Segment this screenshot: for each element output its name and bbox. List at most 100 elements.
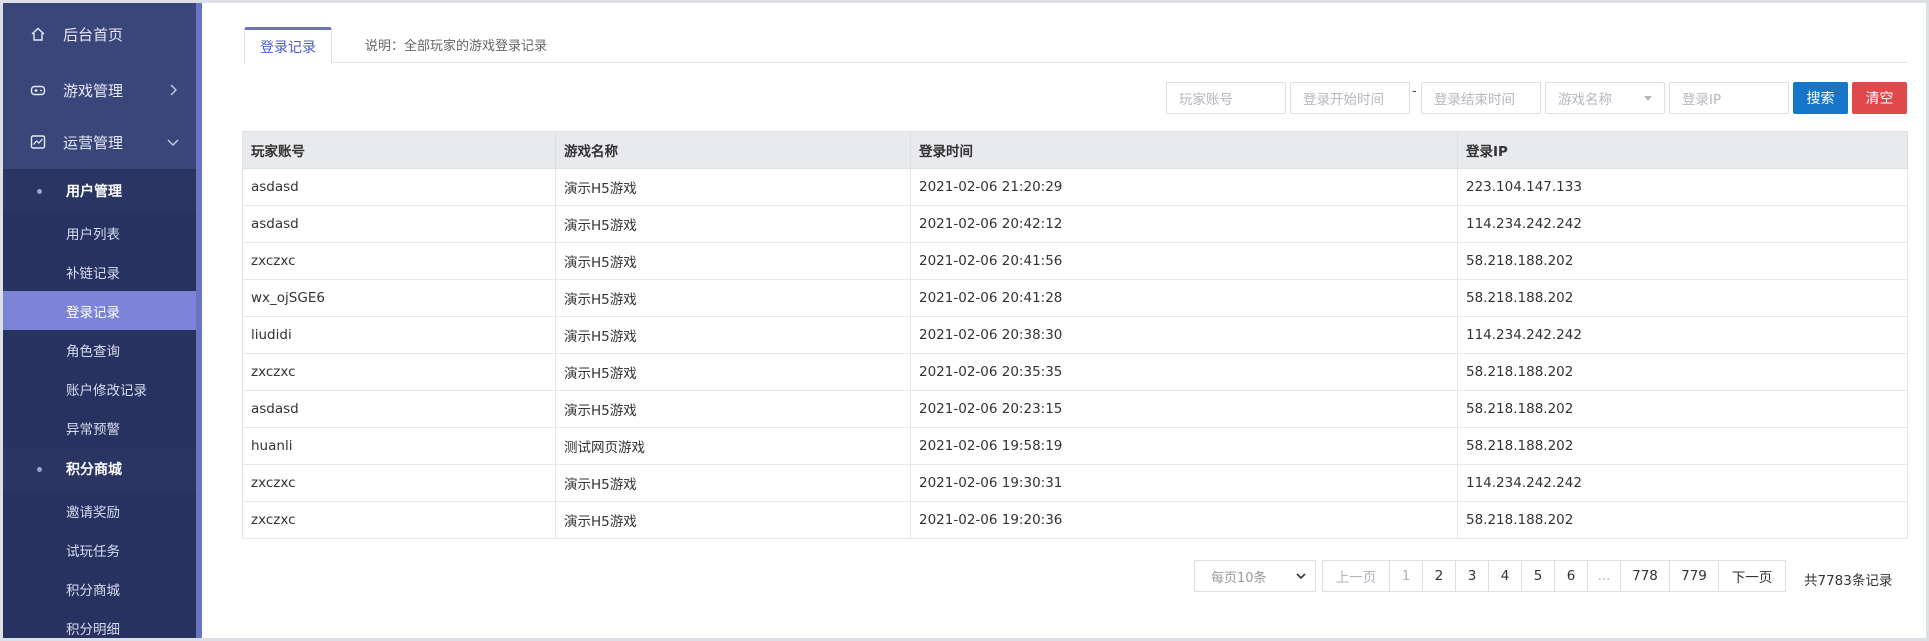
cell-login-ip: 114.234.242.242: [1457, 316, 1908, 354]
page-button-2[interactable]: 2: [1422, 560, 1456, 592]
sidebar-item-label: 邀请奖励: [66, 504, 120, 521]
sidebar-item-label: 游戏管理: [63, 81, 124, 100]
start-time-placeholder: 登录开始时间: [1303, 92, 1384, 108]
caret-down-icon: [1644, 96, 1652, 101]
prev-page-button[interactable]: 上一页: [1322, 560, 1390, 592]
page-button-1[interactable]: 1: [1389, 560, 1423, 592]
cell-login-time: 2021-02-06 20:41:28: [910, 279, 1458, 317]
table-row: zxczxc 演示H5游戏 2021-02-06 19:20:36 58.218…: [242, 501, 1908, 539]
sidebar-item-operations[interactable]: 运营管理: [3, 115, 199, 169]
next-page-label: 下一页: [1731, 570, 1773, 586]
account-placeholder: 玩家账号: [1179, 92, 1233, 108]
sidebar-item-points-details[interactable]: 积分明细: [3, 608, 199, 638]
page-number: 2: [1434, 568, 1444, 584]
chevron-down-icon: [1295, 570, 1307, 582]
account-input[interactable]: 玩家账号: [1166, 82, 1286, 114]
table-row: asdasd 演示H5游戏 2021-02-06 20:42:12 114.23…: [242, 205, 1908, 243]
page-button-778[interactable]: 778: [1620, 560, 1670, 592]
page-button-6[interactable]: 6: [1554, 560, 1588, 592]
column-header-login-ip: 登录IP: [1457, 131, 1908, 169]
cell-login-ip: 223.104.147.133: [1457, 168, 1908, 206]
cell-login-time: 2021-02-06 20:35:35: [910, 353, 1458, 391]
sidebar-item-label: 补链记录: [66, 265, 120, 282]
sidebar-item-user-list[interactable]: 用户列表: [3, 213, 199, 252]
game-name-select[interactable]: 游戏名称: [1545, 82, 1665, 114]
table-row: zxczxc 演示H5游戏 2021-02-06 20:35:35 58.218…: [242, 353, 1908, 391]
page-size-label: 每页10条: [1211, 570, 1267, 586]
page-button-3[interactable]: 3: [1455, 560, 1489, 592]
page-size-select[interactable]: 每页10条: [1194, 560, 1316, 592]
page-number: 5: [1533, 568, 1543, 584]
ip-input[interactable]: 登录IP: [1669, 82, 1789, 114]
sidebar-item-invite-rewards[interactable]: 邀请奖励: [3, 491, 199, 530]
tab-bar: 登录记录 说明：全部玩家的游戏登录记录: [244, 23, 1908, 64]
sidebar-item-label: 登录记录: [66, 304, 120, 321]
table-row: liudidi 演示H5游戏 2021-02-06 20:38:30 114.2…: [242, 316, 1908, 354]
page-number: 4: [1500, 568, 1510, 584]
search-button[interactable]: 搜索: [1793, 82, 1848, 114]
sidebar-item-label: 账户修改记录: [66, 382, 147, 399]
cell-login-time: 2021-02-06 19:20:36: [910, 501, 1458, 539]
cell-login-ip: 114.234.242.242: [1457, 464, 1908, 502]
cell-account: wx_ojSGE6: [242, 279, 556, 317]
page-button-779[interactable]: 779: [1669, 560, 1719, 592]
clear-button[interactable]: 清空: [1852, 82, 1907, 114]
sidebar-item-home[interactable]: 后台首页: [3, 3, 199, 65]
cell-account: huanli: [242, 427, 556, 465]
page-number: 6: [1566, 568, 1576, 584]
bullet-icon: [37, 466, 42, 472]
ip-placeholder: 登录IP: [1682, 92, 1722, 108]
cell-login-ip: 58.218.188.202: [1457, 501, 1908, 539]
login-records-table: 玩家账号 游戏名称 登录时间 登录IP asdasd 演示H5游戏 2021-0…: [242, 131, 1908, 539]
sidebar-item-label: 角色查询: [66, 343, 120, 360]
cell-login-ip: 58.218.188.202: [1457, 242, 1908, 280]
page-ellipsis-label: ...: [1597, 568, 1611, 584]
sidebar-item-label: 积分商城: [66, 582, 120, 599]
cell-account: zxczxc: [242, 464, 556, 502]
sidebar: 后台首页 游戏管理 运营管理 用户管理 用户列表 补链记录 登录记录 角色查询 …: [3, 3, 199, 638]
tab-login-records[interactable]: 登录记录: [244, 27, 332, 64]
sidebar-item-label: 后台首页: [63, 25, 124, 44]
cell-game-name: 演示H5游戏: [555, 353, 911, 391]
page-button-4[interactable]: 4: [1488, 560, 1522, 592]
sidebar-item-role-query[interactable]: 角色查询: [3, 330, 199, 369]
sidebar-item-anomaly-alerts[interactable]: 异常预警: [3, 408, 199, 447]
game-name-placeholder: 游戏名称: [1558, 92, 1612, 108]
sidebar-item-login-records[interactable]: 登录记录: [3, 291, 199, 330]
cell-login-ip: 114.234.242.242: [1457, 205, 1908, 243]
column-header-login-time: 登录时间: [910, 131, 1458, 169]
cell-login-time: 2021-02-06 19:58:19: [910, 427, 1458, 465]
page-button-5[interactable]: 5: [1521, 560, 1555, 592]
sidebar-item-account-change-records[interactable]: 账户修改记录: [3, 369, 199, 408]
cell-login-time: 2021-02-06 20:42:12: [910, 205, 1458, 243]
next-page-button[interactable]: 下一页: [1718, 560, 1786, 592]
table-row: huanli 测试网页游戏 2021-02-06 19:58:19 58.218…: [242, 427, 1908, 465]
sidebar-item-trial-tasks[interactable]: 试玩任务: [3, 530, 199, 569]
cell-game-name: 测试网页游戏: [555, 427, 911, 465]
cell-game-name: 演示H5游戏: [555, 205, 911, 243]
sidebar-group-points-mall[interactable]: 积分商城: [3, 447, 199, 491]
sidebar-item-label: 试玩任务: [66, 543, 120, 560]
table-row: zxczxc 演示H5游戏 2021-02-06 19:30:31 114.23…: [242, 464, 1908, 502]
sidebar-item-points-mall[interactable]: 积分商城: [3, 569, 199, 608]
start-time-input[interactable]: 登录开始时间: [1290, 82, 1410, 114]
cell-login-ip: 58.218.188.202: [1457, 353, 1908, 391]
sidebar-item-label: 用户列表: [66, 226, 120, 243]
sidebar-item-game-management[interactable]: 游戏管理: [3, 65, 199, 115]
gamepad-icon: [29, 81, 47, 99]
cell-login-time: 2021-02-06 21:20:29: [910, 168, 1458, 206]
end-time-input[interactable]: 登录结束时间: [1421, 82, 1541, 114]
cell-account: zxczxc: [242, 242, 556, 280]
total-records: 共7783条记录: [1804, 573, 1893, 589]
sidebar-group-user-management[interactable]: 用户管理: [3, 169, 199, 213]
sidebar-item-relink-records[interactable]: 补链记录: [3, 252, 199, 291]
cell-account: asdasd: [242, 390, 556, 428]
cell-account: asdasd: [242, 205, 556, 243]
cell-login-time: 2021-02-06 20:41:56: [910, 242, 1458, 280]
cell-account: asdasd: [242, 168, 556, 206]
tab-label: 登录记录: [260, 39, 316, 56]
table-row: asdasd 演示H5游戏 2021-02-06 21:20:29 223.10…: [242, 168, 1908, 206]
cell-account: zxczxc: [242, 353, 556, 391]
cell-game-name: 演示H5游戏: [555, 501, 911, 539]
end-time-placeholder: 登录结束时间: [1434, 92, 1515, 108]
